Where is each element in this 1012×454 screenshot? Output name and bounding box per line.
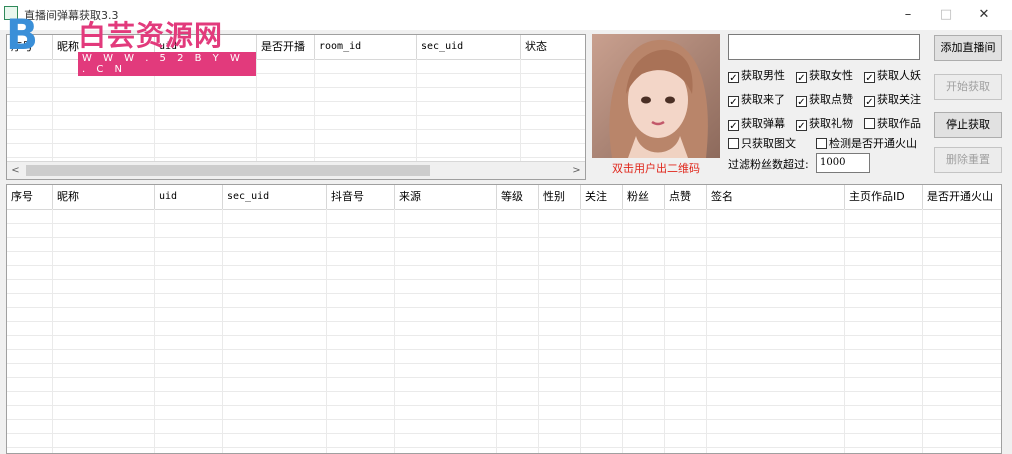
user-col-index[interactable]: 序号 (7, 185, 53, 209)
checkbox-label: 获取女性 (809, 69, 853, 82)
checkbox-female[interactable]: ✓ 获取女性 (796, 68, 853, 84)
checkbox-label: 只获取图文 (741, 137, 796, 150)
check-icon: ✓ (728, 72, 739, 84)
checkbox-likes[interactable]: ✓ 获取点赞 (796, 92, 853, 108)
checkbox-label: 获取弹幕 (741, 117, 785, 130)
checkbox-label: 获取男性 (741, 69, 785, 82)
room-col-index[interactable]: 序号 (7, 35, 53, 59)
app-icon (4, 6, 18, 20)
minimize-button[interactable]: – (890, 0, 926, 30)
checkbox-arrivals[interactable]: ✓ 获取来了 (728, 92, 785, 108)
checkbox-label: 获取点赞 (809, 93, 853, 106)
checkbox-label: 获取来了 (741, 93, 785, 106)
room-col-nickname[interactable]: 昵称 (53, 35, 155, 59)
checkbox-empty-icon (728, 138, 739, 149)
room-col-uid[interactable]: uid (155, 35, 257, 59)
user-photo[interactable] (592, 34, 720, 158)
user-table-header: 序号 昵称 uid sec_uid 抖音号 来源 等级 性别 关注 粉丝 点赞 … (7, 185, 1001, 210)
checkbox-empty-icon (864, 118, 875, 129)
user-col-uid[interactable]: uid (155, 185, 223, 209)
checkbox-works[interactable]: 获取作品 (864, 116, 921, 132)
room-table-header: 序号 昵称 uid 是否开播 room_id sec_uid 状态 (7, 35, 585, 60)
room-input[interactable] (728, 34, 920, 60)
checkbox-label: 获取关注 (877, 93, 921, 106)
checkbox-male[interactable]: ✓ 获取男性 (728, 68, 785, 84)
checkbox-empty-icon (816, 138, 827, 149)
scroll-left-icon[interactable]: < (7, 162, 24, 179)
user-col-fans[interactable]: 粉丝 (623, 185, 665, 209)
check-icon: ✓ (864, 96, 875, 108)
maximize-button[interactable]: □ (928, 0, 964, 30)
checkbox-gifts[interactable]: ✓ 获取礼物 (796, 116, 853, 132)
user-col-douyin-id[interactable]: 抖音号 (327, 185, 395, 209)
scroll-right-icon[interactable]: > (568, 162, 585, 179)
checkbox-check-huoshan[interactable]: 检测是否开通火山 (816, 136, 917, 152)
user-col-work-id[interactable]: 主页作品ID (845, 185, 923, 209)
checkbox-follows[interactable]: ✓ 获取关注 (864, 92, 921, 108)
clear-reset-button[interactable]: 删除重置 (934, 147, 1002, 173)
checkbox-image-only[interactable]: 只获取图文 (728, 136, 796, 152)
user-col-likes[interactable]: 点赞 (665, 185, 707, 209)
room-col-live[interactable]: 是否开播 (257, 35, 315, 59)
filter-label: 过滤粉丝数超过: (728, 158, 809, 171)
checkbox-label: 获取人妖 (877, 69, 921, 82)
room-table[interactable]: 序号 昵称 uid 是否开播 room_id sec_uid 状态 < > (6, 34, 586, 180)
check-icon: ✓ (796, 96, 807, 108)
scroll-thumb[interactable] (26, 165, 430, 176)
photo-caption: 双击用户出二维码 (612, 162, 700, 175)
checkbox-label: 获取礼物 (809, 117, 853, 130)
user-col-nickname[interactable]: 昵称 (53, 185, 155, 209)
checkbox-label: 获取作品 (877, 117, 921, 130)
user-col-gender[interactable]: 性别 (539, 185, 581, 209)
room-col-room-id[interactable]: room_id (315, 35, 417, 59)
stop-button[interactable]: 停止获取 (934, 112, 1002, 138)
user-col-signature[interactable]: 签名 (707, 185, 845, 209)
window-title: 直播间弹幕获取3.3 (24, 9, 119, 22)
check-icon: ✓ (728, 96, 739, 108)
check-icon: ✓ (728, 120, 739, 132)
add-room-button[interactable]: 添加直播间 (934, 35, 1002, 61)
room-col-status[interactable]: 状态 (521, 35, 585, 59)
user-photo-image (592, 34, 720, 158)
user-table[interactable]: 序号 昵称 uid sec_uid 抖音号 来源 等级 性别 关注 粉丝 点赞 … (6, 184, 1002, 454)
user-col-following[interactable]: 关注 (581, 185, 623, 209)
checkbox-danmaku[interactable]: ✓ 获取弹幕 (728, 116, 785, 132)
title-bar: 直播间弹幕获取3.3 – □ ✕ (0, 0, 1012, 30)
close-button[interactable]: ✕ (966, 0, 1002, 30)
user-col-huoshan[interactable]: 是否开通火山 (923, 185, 1001, 209)
user-col-source[interactable]: 来源 (395, 185, 497, 209)
start-button[interactable]: 开始获取 (934, 74, 1002, 100)
room-col-sec-uid[interactable]: sec_uid (417, 35, 521, 59)
check-icon: ✓ (796, 72, 807, 84)
user-col-level[interactable]: 等级 (497, 185, 539, 209)
check-icon: ✓ (864, 72, 875, 84)
checkbox-other[interactable]: ✓ 获取人妖 (864, 68, 921, 84)
check-icon: ✓ (796, 120, 807, 132)
filter-followers-input[interactable]: 1000 (816, 153, 870, 173)
room-table-hscroll[interactable]: < > (7, 161, 585, 179)
user-col-sec-uid[interactable]: sec_uid (223, 185, 327, 209)
checkbox-label: 检测是否开通火山 (829, 137, 917, 150)
